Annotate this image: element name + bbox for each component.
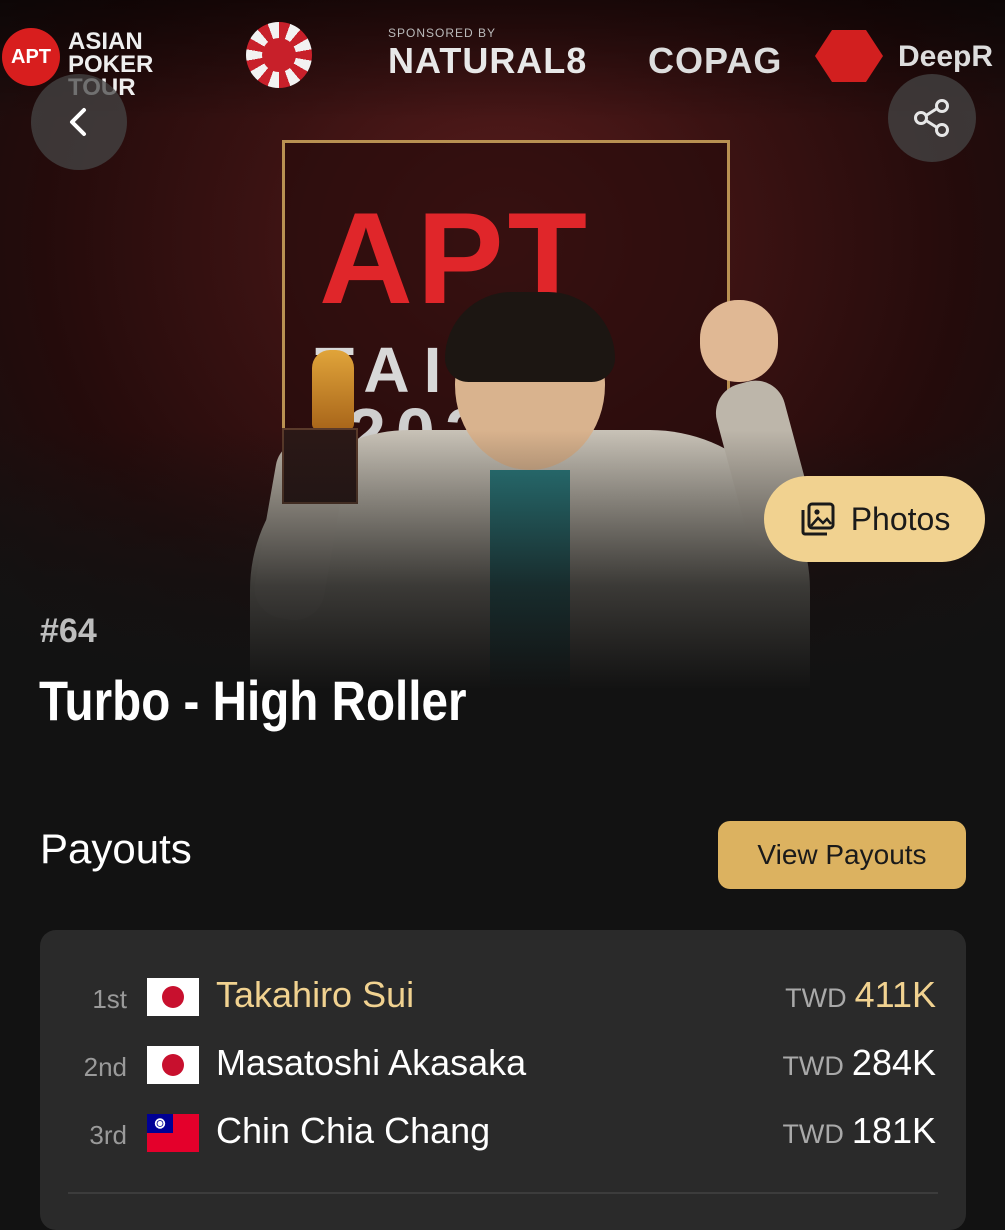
player-name[interactable]: Takahiro Sui <box>216 974 414 1016</box>
share-button[interactable] <box>888 74 976 162</box>
currency-label: TWD <box>785 983 847 1013</box>
copag-logo: COPAG <box>648 40 783 81</box>
payout-row[interactable]: 1st Takahiro Sui TWD 411K <box>40 970 966 1030</box>
japan-flag-icon <box>147 978 199 1016</box>
payouts-heading: Payouts <box>40 825 192 872</box>
deep-logo-text: DeepR <box>898 40 994 73</box>
payout-place: 1st <box>92 984 127 1014</box>
poker-chip-logo <box>246 22 312 88</box>
event-title: Turbo - High Roller <box>39 669 467 732</box>
winner-photo-hair <box>445 292 615 382</box>
apt-logo: APT <box>2 28 60 86</box>
payout-place: 3rd <box>89 1120 127 1150</box>
card-divider <box>68 1192 938 1194</box>
payout-value: 181K <box>851 1110 936 1151</box>
photos-button[interactable]: Photos <box>764 476 985 562</box>
natural8-logo: SPONSORED BY NATURAL8 <box>388 26 587 82</box>
payouts-card: 1st Takahiro Sui TWD 411K 2nd Masatoshi A… <box>40 930 966 1230</box>
sponsored-by-label: SPONSORED BY <box>388 26 497 40</box>
payout-amount: TWD 284K <box>782 1042 936 1084</box>
logo-line-1: ASIAN <box>68 28 143 55</box>
hero-banner: APT ASIAN POKER TOUR SPONSORED BY NATURA… <box>0 0 1005 690</box>
currency-label: TWD <box>782 1051 844 1081</box>
natural8-text: NATURAL8 <box>388 40 588 81</box>
payout-amount: TWD 181K <box>782 1110 936 1152</box>
payout-row[interactable]: 3rd Chin Chia Chang TWD 181K <box>40 1106 966 1166</box>
chevron-left-icon <box>70 108 86 136</box>
logo-line-2: POKER <box>68 51 154 78</box>
share-icon <box>914 99 949 137</box>
winner-photo-fist <box>700 300 778 382</box>
payout-value: 411K <box>854 974 936 1015</box>
view-payouts-button[interactable]: View Payouts <box>718 821 966 889</box>
apt-logo-text: APT <box>11 45 51 68</box>
trophy-image <box>312 350 354 430</box>
photos-label: Photos <box>850 500 951 537</box>
taiwan-flag-icon <box>147 1114 199 1152</box>
currency-label: TWD <box>782 1119 844 1149</box>
event-number: #64 <box>40 612 97 650</box>
payout-row[interactable]: 2nd Masatoshi Akasaka TWD 284K <box>40 1038 966 1098</box>
payout-value: 284K <box>851 1042 936 1083</box>
back-button[interactable] <box>31 74 127 170</box>
payout-place: 2nd <box>83 1052 127 1082</box>
japan-flag-icon <box>147 1046 199 1084</box>
player-name[interactable]: Masatoshi Akasaka <box>216 1042 526 1084</box>
player-name[interactable]: Chin Chia Chang <box>216 1110 490 1152</box>
gallery-icon <box>801 502 835 536</box>
payout-amount: TWD 411K <box>785 974 936 1016</box>
